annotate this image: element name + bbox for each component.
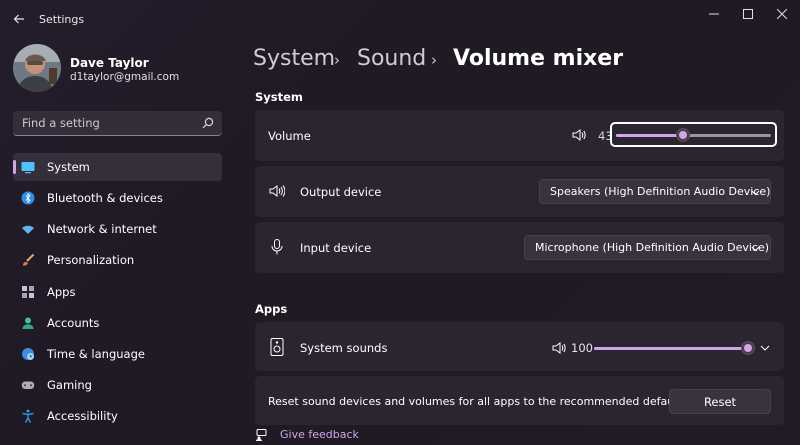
accounts-icon bbox=[22, 317, 34, 329]
close-icon bbox=[777, 9, 787, 19]
title-bar: Settings bbox=[0, 0, 800, 40]
system-sounds-value: 100 bbox=[571, 341, 593, 355]
globe-clock-icon bbox=[22, 348, 34, 360]
search-placeholder: Find a setting bbox=[22, 116, 100, 130]
sidebar-item-label: Network & internet bbox=[47, 222, 157, 236]
input-device-label: Input device bbox=[300, 241, 372, 255]
input-device-card: Input device Microphone (High Definition… bbox=[255, 222, 784, 273]
bluetooth-icon bbox=[21, 191, 35, 205]
sidebar-item-gaming[interactable]: Gaming bbox=[13, 371, 222, 399]
speaker-icon[interactable] bbox=[552, 341, 566, 355]
output-device-label: Output device bbox=[300, 185, 382, 199]
maximize-icon bbox=[743, 9, 753, 19]
sidebar-item-accounts[interactable]: Accounts bbox=[13, 309, 222, 337]
section-heading-system: System bbox=[255, 90, 303, 104]
chevron-down-icon bbox=[751, 246, 760, 252]
page-title: Volume mixer bbox=[453, 46, 624, 71]
chevron-right-icon: › bbox=[334, 51, 340, 69]
chevron-down-icon bbox=[751, 190, 760, 196]
volume-slider-thumb[interactable] bbox=[676, 128, 690, 142]
sidebar-item-label: Accounts bbox=[47, 316, 100, 330]
sidebar-item-network[interactable]: Network & internet bbox=[13, 215, 222, 243]
sidebar-item-system[interactable]: System bbox=[13, 153, 222, 181]
sidebar-item-label: System bbox=[47, 160, 90, 174]
output-device-selected: Speakers (High Definition Audio Device) bbox=[550, 185, 771, 198]
system-sounds-slider-thumb[interactable] bbox=[741, 341, 755, 355]
brush-icon bbox=[23, 253, 35, 266]
sidebar-item-personalization[interactable]: Personalization bbox=[13, 246, 222, 274]
volume-card: Volume 43 bbox=[255, 110, 784, 161]
sidebar-item-label: Apps bbox=[47, 285, 76, 299]
minimize-icon bbox=[709, 13, 719, 15]
close-button[interactable] bbox=[765, 4, 799, 24]
search-input[interactable]: Find a setting bbox=[13, 111, 222, 136]
output-device-card: Output device Speakers (High Definition … bbox=[255, 166, 784, 217]
back-button[interactable] bbox=[8, 8, 30, 30]
output-device-dropdown[interactable]: Speakers (High Definition Audio Device) bbox=[539, 179, 771, 204]
user-name: Dave Taylor bbox=[70, 56, 149, 70]
speaker-box-icon bbox=[270, 338, 284, 356]
sidebar-item-label: Bluetooth & devices bbox=[47, 191, 163, 205]
input-device-selected: Microphone (High Definition Audio Device… bbox=[535, 241, 770, 254]
system-sounds-label: System sounds bbox=[300, 341, 388, 355]
chevron-right-icon: › bbox=[431, 51, 437, 69]
sidebar-item-bluetooth[interactable]: Bluetooth & devices bbox=[13, 184, 222, 212]
sidebar-item-label: Accessibility bbox=[47, 409, 118, 423]
accessibility-icon bbox=[22, 409, 34, 423]
gamepad-icon bbox=[21, 381, 35, 389]
maximize-button[interactable] bbox=[731, 4, 765, 24]
input-device-dropdown[interactable]: Microphone (High Definition Audio Device… bbox=[524, 235, 771, 260]
system-sounds-slider-fill bbox=[594, 347, 748, 350]
wifi-icon bbox=[22, 225, 34, 234]
active-indicator bbox=[13, 160, 16, 174]
speaker-icon[interactable] bbox=[572, 128, 586, 142]
section-heading-apps: Apps bbox=[255, 302, 288, 316]
volume-slider[interactable] bbox=[616, 134, 771, 137]
chevron-down-icon[interactable] bbox=[760, 343, 770, 353]
sidebar-item-label: Time & language bbox=[47, 347, 145, 361]
microphone-icon bbox=[271, 239, 283, 255]
minimize-button[interactable] bbox=[697, 4, 731, 24]
back-arrow-icon bbox=[13, 14, 24, 24]
sidebar-item-apps[interactable]: Apps bbox=[13, 278, 222, 306]
give-feedback-link[interactable]: Give feedback bbox=[280, 428, 359, 441]
search-icon bbox=[202, 117, 214, 129]
system-sounds-slider[interactable] bbox=[594, 347, 748, 350]
sidebar-item-label: Personalization bbox=[47, 253, 135, 267]
sidebar-item-time-language[interactable]: Time & language bbox=[13, 340, 222, 368]
system-sounds-card: System sounds 100 bbox=[255, 322, 784, 371]
reset-button[interactable]: Reset bbox=[669, 389, 771, 414]
speaker-icon bbox=[269, 185, 285, 197]
system-icon bbox=[21, 162, 35, 174]
volume-label: Volume bbox=[268, 129, 311, 143]
user-email: d1taylor@gmail.com bbox=[70, 71, 180, 83]
breadcrumb-sound[interactable]: Sound bbox=[357, 46, 426, 71]
breadcrumb-system[interactable]: System bbox=[253, 46, 335, 71]
volume-slider-fill bbox=[616, 134, 683, 137]
feedback-icon[interactable] bbox=[255, 429, 267, 441]
reset-description: Reset sound devices and volumes for all … bbox=[268, 395, 688, 408]
sidebar-item-accessibility[interactable]: Accessibility bbox=[13, 402, 222, 430]
apps-icon bbox=[22, 286, 34, 298]
avatar[interactable] bbox=[13, 44, 61, 92]
app-title: Settings bbox=[39, 13, 85, 26]
sidebar-item-label: Gaming bbox=[47, 378, 92, 392]
